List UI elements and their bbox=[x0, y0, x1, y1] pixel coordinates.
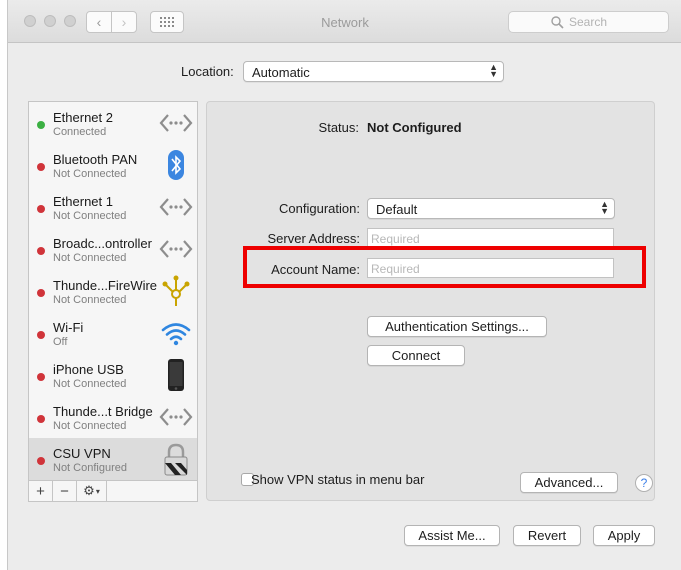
apply-button[interactable]: Apply bbox=[593, 525, 655, 546]
service-item-bluetooth-pan[interactable]: Bluetooth PAN Not Connected bbox=[29, 144, 197, 186]
location-label: Location: bbox=[181, 64, 234, 79]
plus-icon: + bbox=[36, 482, 45, 500]
remove-service-button[interactable]: − bbox=[53, 481, 77, 501]
status-dot-red bbox=[37, 457, 45, 465]
service-name: iPhone USB bbox=[53, 362, 124, 377]
service-name: Ethernet 1 bbox=[53, 194, 113, 209]
service-name: Ethernet 2 bbox=[53, 110, 113, 125]
action-menu-button[interactable]: ⚙ ▾ bbox=[77, 481, 107, 501]
network-preferences-window: ‹ › Network Search Location: Automatic ▲… bbox=[7, 0, 681, 570]
vpn-lock-icon bbox=[164, 443, 188, 476]
vpn-detail-panel bbox=[206, 101, 655, 501]
updown-arrows-icon: ▲ ▼ bbox=[489, 62, 498, 79]
chevron-down-icon: ▾ bbox=[95, 486, 100, 496]
service-status: Not Connected bbox=[53, 378, 127, 390]
connect-button[interactable]: Connect bbox=[367, 345, 465, 366]
status-dot-red bbox=[37, 247, 45, 255]
service-item-iphone-usb[interactable]: iPhone USB Not Connected bbox=[29, 354, 197, 396]
service-name: Wi-Fi bbox=[53, 320, 84, 335]
add-service-button[interactable]: + bbox=[29, 481, 53, 501]
configuration-label: Configuration: bbox=[279, 201, 360, 216]
service-status: Not Configured bbox=[53, 462, 127, 474]
service-status: Connected bbox=[53, 126, 107, 138]
service-status: Off bbox=[53, 336, 68, 348]
service-item-broadcom-controller[interactable]: Broadc...ontroller Not Connected bbox=[29, 228, 197, 270]
ethernet-icon bbox=[159, 114, 193, 132]
search-input[interactable]: Search bbox=[508, 11, 669, 33]
configuration-select[interactable]: Default ▲ ▼ bbox=[367, 198, 615, 219]
firewire-icon bbox=[162, 275, 190, 306]
assist-me-button[interactable]: Assist Me... bbox=[404, 525, 500, 546]
status-dot-red bbox=[37, 373, 45, 381]
server-address-field[interactable]: Required bbox=[367, 228, 614, 248]
search-icon bbox=[551, 16, 564, 29]
service-item-thunderbolt-bridge[interactable]: Thunde...t Bridge Not Connected bbox=[29, 396, 197, 438]
iphone-icon bbox=[168, 359, 184, 391]
show-vpn-status-label: Show VPN status in menu bar bbox=[251, 472, 425, 487]
status-dot-red bbox=[37, 163, 45, 171]
status-dot-red bbox=[37, 205, 45, 213]
status-dot-red bbox=[37, 289, 45, 297]
service-list-toolbar: + − ⚙ ▾ bbox=[28, 481, 198, 502]
status-dot-green bbox=[37, 121, 45, 129]
service-item-wifi[interactable]: Wi-Fi Off bbox=[29, 312, 197, 354]
service-item-ethernet-2[interactable]: Ethernet 2 Connected bbox=[29, 102, 197, 144]
service-name: Broadc...ontroller bbox=[53, 236, 152, 251]
server-address-label: Server Address: bbox=[267, 231, 361, 246]
location-value: Automatic bbox=[252, 65, 310, 80]
configuration-value: Default bbox=[376, 202, 418, 217]
advanced-button[interactable]: Advanced... bbox=[520, 472, 618, 493]
service-list: Ethernet 2 Connected Bluetooth PAN Not C… bbox=[28, 101, 198, 481]
bluetooth-icon bbox=[168, 150, 184, 180]
service-status: Not Connected bbox=[53, 252, 127, 264]
ethernet-icon bbox=[159, 240, 193, 258]
gear-icon: ⚙ bbox=[83, 483, 95, 498]
service-name: Thunde...FireWire bbox=[53, 278, 158, 293]
minus-icon: − bbox=[60, 482, 69, 500]
search-placeholder: Search bbox=[569, 15, 608, 29]
service-status: Not Connected bbox=[53, 168, 127, 180]
service-item-ethernet-1[interactable]: Ethernet 1 Not Connected bbox=[29, 186, 197, 228]
service-name: Bluetooth PAN bbox=[53, 152, 138, 167]
status-value: Not Configured bbox=[367, 120, 462, 135]
ethernet-icon bbox=[159, 198, 193, 216]
status-label: Status: bbox=[318, 120, 359, 135]
account-name-highlight-box bbox=[243, 246, 646, 288]
wifi-icon bbox=[161, 323, 191, 346]
revert-button[interactable]: Revert bbox=[513, 525, 581, 546]
help-button[interactable]: ? bbox=[635, 474, 653, 492]
server-address-placeholder: Required bbox=[371, 232, 420, 246]
updown-arrows-icon: ▲ ▼ bbox=[600, 199, 609, 216]
service-status: Not Connected bbox=[53, 294, 127, 306]
status-dot-red bbox=[37, 415, 45, 423]
service-name: Thunde...t Bridge bbox=[53, 404, 153, 419]
service-name: CSU VPN bbox=[53, 446, 111, 461]
service-item-thunderbolt-firewire[interactable]: Thunde...FireWire Not Connected bbox=[29, 270, 197, 312]
service-item-csu-vpn[interactable]: CSU VPN Not Configured bbox=[29, 438, 197, 480]
status-dot-red bbox=[37, 331, 45, 339]
service-status: Not Connected bbox=[53, 210, 127, 222]
service-status: Not Connected bbox=[53, 420, 127, 432]
ethernet-icon bbox=[159, 408, 193, 426]
title-bar: ‹ › Network Search bbox=[8, 0, 681, 43]
location-select[interactable]: Automatic ▲ ▼ bbox=[243, 61, 504, 82]
authentication-settings-button[interactable]: Authentication Settings... bbox=[367, 316, 547, 337]
